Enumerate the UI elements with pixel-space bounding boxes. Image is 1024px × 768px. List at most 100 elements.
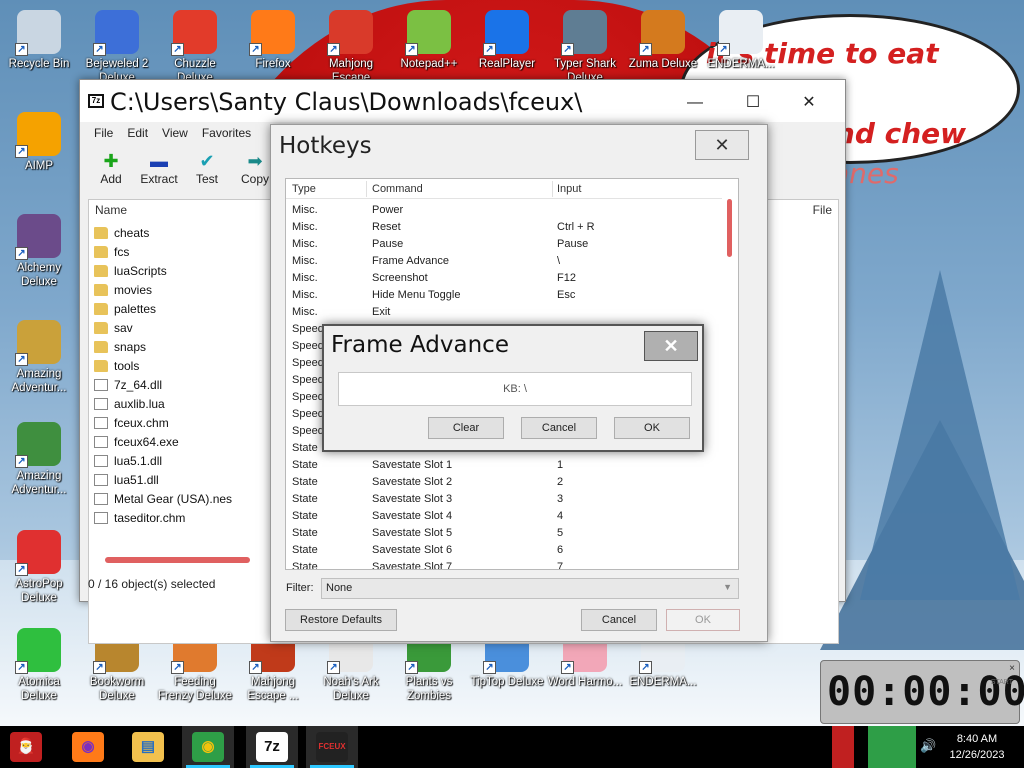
list-item[interactable]: fcs: [94, 242, 232, 261]
add-button[interactable]: ✚ Add: [90, 150, 132, 192]
table-row[interactable]: Misc. Exit: [286, 305, 722, 322]
desktop-icon[interactable]: ↗ RealPlayer: [468, 10, 546, 71]
desktop-icon[interactable]: ↗ AstroPop Deluxe: [0, 530, 78, 605]
column-header-name[interactable]: Name: [95, 203, 127, 217]
ok-button[interactable]: OK: [614, 417, 690, 439]
stopwatch-widget[interactable]: 00:00:00 × START: [820, 660, 1024, 724]
clock[interactable]: 8:40 AM 12/26/2023: [944, 731, 1010, 763]
desktop-icon[interactable]: ↗ ENDERMA...: [702, 10, 780, 71]
stopwatch-start-label[interactable]: START: [991, 679, 1013, 686]
row-type: Misc.: [292, 238, 318, 250]
list-item[interactable]: Metal Gear (USA).nes: [94, 489, 232, 508]
list-item[interactable]: movies: [94, 280, 232, 299]
desktop-icon[interactable]: ↗ Typer Shark Deluxe: [546, 10, 624, 85]
desktop-icon[interactable]: ↗ Bejeweled 2 Deluxe: [78, 10, 156, 85]
desktop-icon[interactable]: ↗ Chuzzle Deluxe: [156, 10, 234, 85]
menu-item-view[interactable]: View: [162, 126, 188, 144]
table-row[interactable]: Misc. Power: [286, 203, 722, 220]
table-row[interactable]: Misc. Frame Advance \: [286, 254, 722, 271]
bejeweled-icon: ↗: [93, 10, 139, 56]
list-item[interactable]: auxlib.lua: [94, 394, 232, 413]
list-item[interactable]: 7z_64.dll: [94, 375, 232, 394]
list-item[interactable]: luaScripts: [94, 261, 232, 280]
firefox-icon: ↗: [249, 10, 295, 56]
extract-button[interactable]: ▬ Extract: [138, 150, 180, 192]
column-header-input[interactable]: Input: [557, 183, 581, 195]
taskbar-button[interactable]: FCEUX: [306, 726, 358, 768]
desktop-icon[interactable]: ↗ Recycle Bin: [0, 10, 78, 71]
vertical-scrollbar[interactable]: [726, 197, 734, 557]
column-header-type[interactable]: Type: [292, 183, 316, 195]
close-button[interactable]: ✕: [644, 331, 698, 361]
desktop-icon[interactable]: ↗ Zuma Deluxe: [624, 10, 702, 71]
table-row[interactable]: State Savestate Slot 1 1: [286, 458, 722, 475]
scrollbar-thumb[interactable]: [727, 199, 732, 257]
file-icon: [94, 378, 108, 391]
list-item[interactable]: taseditor.chm: [94, 508, 232, 527]
list-item[interactable]: lua51.dll: [94, 470, 232, 489]
title-bar[interactable]: 7z C:\Users\Santy Claus\Downloads\fceux\…: [80, 80, 845, 122]
table-row[interactable]: State Savestate Slot 5 5: [286, 526, 722, 543]
taskbar-button[interactable]: ◉: [182, 726, 234, 768]
table-row[interactable]: State Savestate Slot 2 2: [286, 475, 722, 492]
desktop-icon[interactable]: ↗ Atomica Deluxe: [0, 628, 78, 703]
tray-network-icon[interactable]: [868, 726, 916, 768]
close-button[interactable]: ✕: [695, 130, 749, 160]
list-item[interactable]: tools: [94, 356, 232, 375]
cancel-button[interactable]: Cancel: [521, 417, 597, 439]
table-row[interactable]: State Savestate Slot 6 6: [286, 543, 722, 560]
table-row[interactable]: State Savestate Slot 3 3: [286, 492, 722, 509]
desktop-icon[interactable]: ↗ Amazing Adventur...: [0, 422, 78, 497]
maximize-button[interactable]: ☐: [730, 92, 776, 114]
close-button[interactable]: ✕: [786, 92, 832, 114]
row-command: Power: [372, 204, 404, 216]
key-binding-field[interactable]: KB: \: [338, 372, 692, 406]
desktop-icon[interactable]: ↗ Firefox: [234, 10, 312, 71]
row-type: Speed: [292, 323, 324, 335]
shortcut-arrow-icon: ↗: [483, 43, 496, 56]
list-item[interactable]: fceux64.exe: [94, 432, 232, 451]
horizontal-scrollbar[interactable]: [105, 557, 250, 563]
desktop-icon-label: Alchemy Deluxe: [16, 262, 62, 288]
menu-item-favorites[interactable]: Favorites: [202, 126, 251, 144]
table-row[interactable]: State Savestate Slot 4 4: [286, 509, 722, 526]
taskbar-button[interactable]: 7z: [246, 726, 298, 768]
table-row[interactable]: Misc. Screenshot F12: [286, 271, 722, 288]
file-name: palettes: [114, 301, 157, 316]
menu-item-edit[interactable]: Edit: [127, 126, 148, 144]
taskbar-button[interactable]: ◉: [62, 726, 114, 768]
column-header-file[interactable]: File: [813, 203, 832, 217]
clear-button[interactable]: Clear: [428, 417, 504, 439]
list-item[interactable]: sav: [94, 318, 232, 337]
list-item[interactable]: cheats: [94, 223, 232, 242]
desktop-icon[interactable]: ↗ Notepad++: [390, 10, 468, 71]
test-button[interactable]: ✔ Test: [186, 150, 228, 192]
taskbar-button[interactable]: 🎅: [0, 726, 52, 768]
table-row[interactable]: Misc. Hide Menu Toggle Esc: [286, 288, 722, 305]
checkmark-icon: ✔: [199, 151, 215, 171]
desktop-icon[interactable]: ↗ Amazing Adventur...: [0, 320, 78, 395]
minimize-button[interactable]: —: [672, 92, 718, 114]
list-item[interactable]: fceux.chm: [94, 413, 232, 432]
list-item[interactable]: lua5.1.dll: [94, 451, 232, 470]
list-item[interactable]: snaps: [94, 337, 232, 356]
filter-dropdown[interactable]: None ▼: [321, 578, 739, 599]
tray-santa-icon[interactable]: [832, 726, 854, 768]
cancel-button[interactable]: Cancel: [581, 609, 657, 631]
volume-icon[interactable]: 🔊: [920, 738, 938, 768]
file-name: auxlib.lua: [114, 396, 165, 411]
ok-button[interactable]: OK: [666, 609, 740, 631]
restore-defaults-button[interactable]: Restore Defaults: [285, 609, 397, 631]
menu-item-file[interactable]: File: [94, 126, 113, 144]
desktop-icon-label: Amazing Adventur...: [11, 368, 67, 394]
table-row[interactable]: Misc. Pause Pause: [286, 237, 722, 254]
table-row[interactable]: Misc. Reset Ctrl + R: [286, 220, 722, 237]
desktop-icon[interactable]: ↗ Alchemy Deluxe: [0, 214, 78, 289]
taskbar-button[interactable]: ▤: [122, 726, 174, 768]
close-icon[interactable]: ×: [1009, 663, 1015, 674]
list-item[interactable]: palettes: [94, 299, 232, 318]
shortcut-arrow-icon: ↗: [15, 353, 28, 366]
table-row[interactable]: State Savestate Slot 7 7: [286, 560, 722, 569]
column-header-command[interactable]: Command: [372, 183, 423, 195]
desktop-icon[interactable]: ↗ AIMP: [0, 112, 78, 173]
